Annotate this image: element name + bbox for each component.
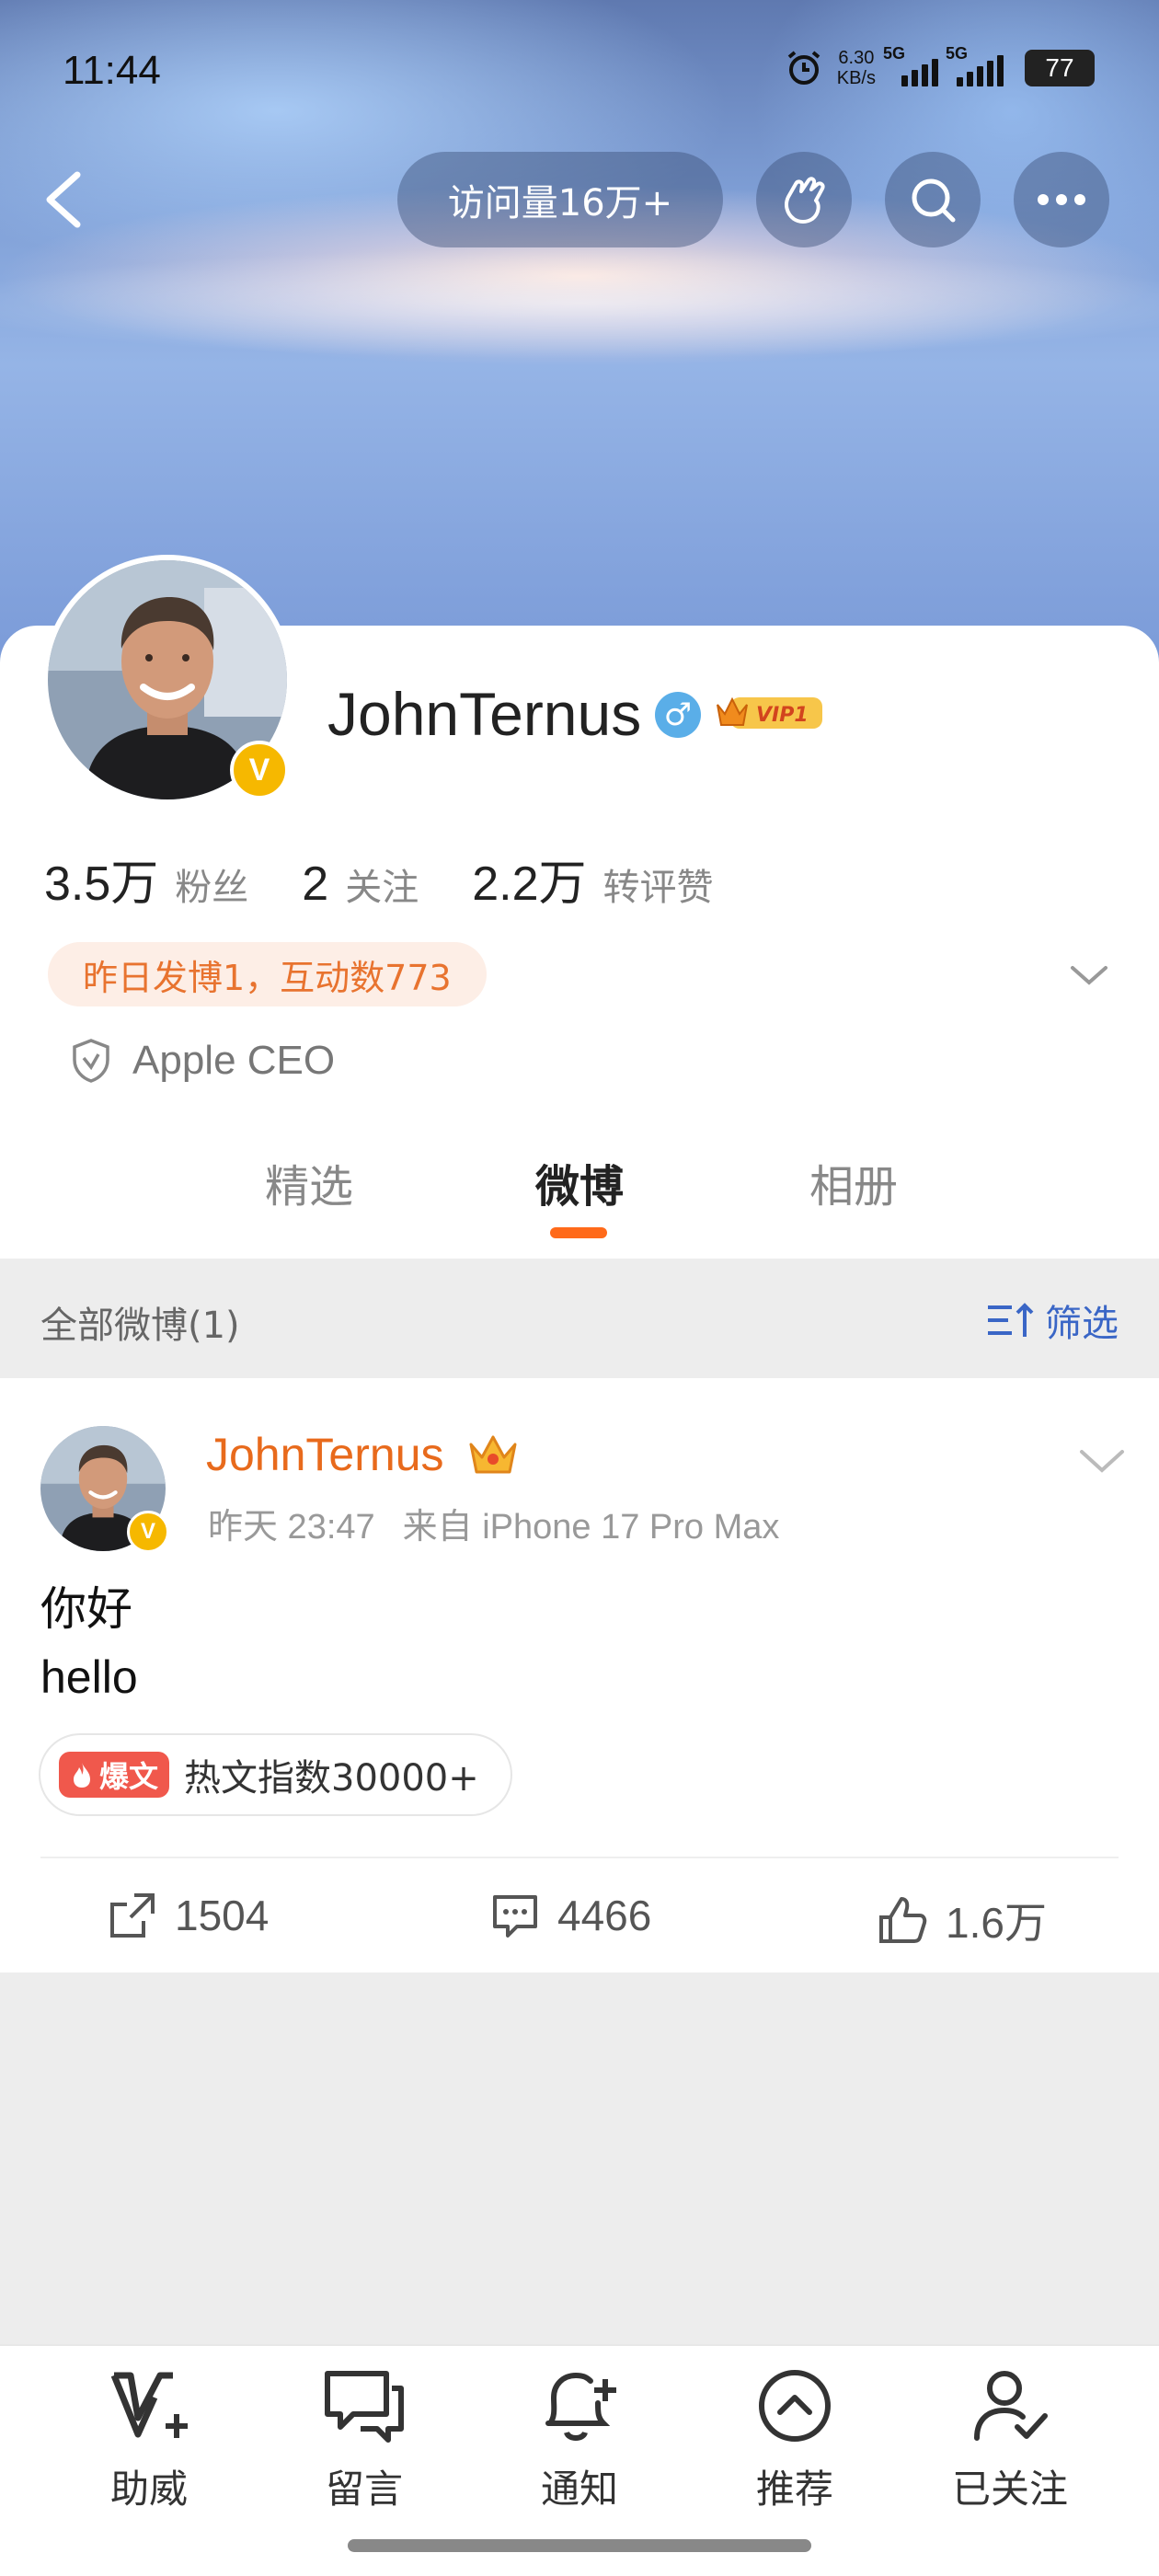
vip-badge[interactable]: VIP1 bbox=[716, 692, 824, 734]
profile-avatar[interactable]: V bbox=[42, 555, 293, 805]
search-icon bbox=[912, 178, 956, 223]
verification-text: Apple CEO bbox=[132, 1038, 336, 1083]
notify-nav-button[interactable]: 通知 bbox=[488, 2366, 671, 2514]
visits-pill[interactable]: 访问量16万+ bbox=[397, 152, 723, 247]
hot-index-text: 热文指数30000+ bbox=[184, 1757, 479, 1800]
nav-label: 留言 bbox=[325, 2467, 403, 2512]
net-speed: 6.30 KB/s bbox=[836, 48, 876, 88]
cheer-hand-icon bbox=[785, 177, 825, 224]
flame-icon bbox=[74, 1763, 90, 1788]
tab-album[interactable]: 相册 bbox=[809, 1150, 898, 1214]
filter-button[interactable]: 筛选 bbox=[984, 1294, 1119, 1347]
like-count: 1.6万 bbox=[946, 1899, 1047, 1947]
filter-sort-icon bbox=[988, 1303, 1034, 1337]
thumbs-up-icon bbox=[879, 1897, 927, 1943]
recommend-icon bbox=[759, 2370, 831, 2442]
verified-badge: V bbox=[230, 741, 289, 799]
tab-weibo[interactable]: 微博 bbox=[535, 1150, 624, 1214]
nav-label: 通知 bbox=[540, 2467, 618, 2512]
status-bar: 11:44 6.30 KB/s 5G 5G 77 bbox=[0, 0, 1159, 138]
following-label[interactable]: 关注 bbox=[345, 857, 419, 911]
top-nav: 访问量16万+ bbox=[0, 149, 1159, 250]
following-nav-button[interactable]: 已关注 bbox=[918, 2366, 1102, 2514]
likes-total-label[interactable]: 转评赞 bbox=[603, 857, 714, 911]
following-icon bbox=[974, 2371, 1048, 2441]
post-meta: 昨天 23:47 来自 iPhone 17 Pro Max bbox=[208, 1498, 807, 1548]
comment-button[interactable]: 4466 bbox=[489, 1890, 651, 1941]
vip-label: VIP1 bbox=[756, 704, 809, 727]
signal-icon: 5G bbox=[883, 44, 938, 86]
likes-total-count[interactable]: 2.2万 bbox=[472, 845, 586, 914]
post-text-line: 你好 bbox=[40, 1583, 132, 1635]
followers-count[interactable]: 3.5万 bbox=[44, 845, 158, 914]
cheer-icon bbox=[110, 2372, 188, 2438]
nav-label: 推荐 bbox=[755, 2467, 833, 2512]
chevron-down-icon bbox=[1080, 1450, 1124, 1473]
post-menu-button[interactable] bbox=[1076, 1443, 1128, 1479]
following-count[interactable]: 2 bbox=[302, 857, 328, 912]
search-button[interactable] bbox=[885, 152, 981, 247]
nav-label: 助威 bbox=[109, 2467, 188, 2512]
message-nav-button[interactable]: 留言 bbox=[272, 2366, 456, 2514]
profile-tabs: 精选 微博 相册 bbox=[0, 1150, 1159, 1242]
post-actions: 1504 4466 1.6万 bbox=[0, 1858, 1159, 1972]
post-source: 来自 iPhone 17 Pro Max bbox=[402, 1508, 780, 1547]
activity-pill[interactable]: 昨日发博1，互动数773 bbox=[48, 942, 487, 1006]
followers-label[interactable]: 粉丝 bbox=[175, 857, 248, 911]
home-indicator[interactable] bbox=[348, 2539, 811, 2552]
like-button[interactable]: 1.6万 bbox=[876, 1890, 1047, 1950]
chevron-down-icon bbox=[1071, 966, 1107, 985]
cheer-button[interactable] bbox=[756, 152, 852, 247]
message-icon bbox=[325, 2371, 404, 2443]
post-text-line: hello bbox=[40, 1651, 138, 1703]
male-gender-icon: ♂ bbox=[655, 692, 701, 738]
post-time: 昨天 23:47 bbox=[208, 1508, 375, 1547]
all-posts-label: 全部微博(1) bbox=[40, 1305, 240, 1347]
profile-name: JohnTernus bbox=[327, 680, 642, 748]
comment-icon bbox=[493, 1895, 537, 1938]
post-card[interactable]: V JohnTernus 昨天 23:47 来自 iPhone 17 Pro Ma… bbox=[0, 1378, 1159, 1972]
shield-check-icon bbox=[73, 1039, 109, 1083]
comment-count: 4466 bbox=[557, 1892, 652, 1939]
signal-icon: 5G bbox=[946, 44, 1012, 86]
verification-info: Apple CEO bbox=[70, 1038, 335, 1084]
status-time: 11:44 bbox=[63, 48, 161, 93]
more-dots-icon bbox=[1038, 194, 1085, 205]
share-icon bbox=[110, 1893, 155, 1938]
vip-crown-icon bbox=[469, 1435, 517, 1474]
post-author-name[interactable]: JohnTernus bbox=[206, 1428, 444, 1481]
chevron-left-icon bbox=[46, 171, 81, 228]
tab-featured[interactable]: 精选 bbox=[265, 1150, 353, 1214]
filter-bar: 全部微博(1) 筛选 bbox=[0, 1259, 1159, 1378]
hot-index-pill[interactable]: 爆文 热文指数30000+ bbox=[39, 1733, 512, 1816]
cheer-nav-button[interactable]: 助威 bbox=[57, 2366, 241, 2514]
verified-badge: V bbox=[127, 1511, 169, 1553]
profile-stats: 3.5万 粉丝 2 关注 2.2万 转评赞 bbox=[44, 845, 767, 914]
back-button[interactable] bbox=[37, 167, 92, 232]
bell-plus-icon bbox=[545, 2372, 616, 2441]
recommend-nav-button[interactable]: 推荐 bbox=[703, 2366, 887, 2514]
hot-post-tag: 爆文 bbox=[59, 1752, 170, 1798]
more-button[interactable] bbox=[1014, 152, 1109, 247]
alarm-icon bbox=[787, 51, 820, 85]
post-text: 你好 hello bbox=[40, 1575, 138, 1711]
expand-profile-button[interactable] bbox=[1067, 957, 1111, 994]
filter-label: 筛选 bbox=[1045, 1303, 1119, 1345]
status-icons: 6.30 KB/s 5G 5G 77 bbox=[784, 44, 1095, 88]
repost-button[interactable]: 1504 bbox=[107, 1890, 269, 1941]
nav-label: 已关注 bbox=[951, 2467, 1068, 2512]
battery-icon: 77 bbox=[1025, 50, 1095, 86]
active-tab-indicator bbox=[550, 1227, 607, 1238]
post-author-avatar[interactable]: V bbox=[40, 1426, 169, 1553]
repost-count: 1504 bbox=[175, 1892, 270, 1939]
